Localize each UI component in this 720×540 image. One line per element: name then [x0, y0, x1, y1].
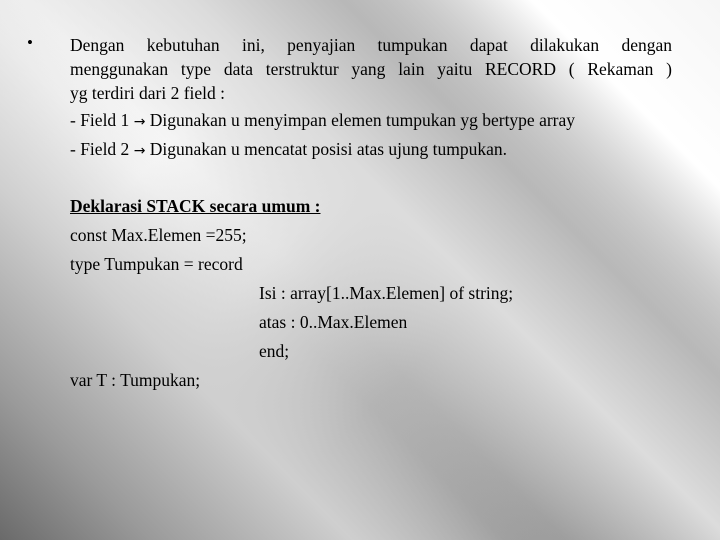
- field-1-description: Digunakan u menyimpan elemen tumpukan yg…: [149, 110, 576, 130]
- intro-line-1: Dengan kebutuhan ini, penyajian tumpukan…: [70, 35, 672, 55]
- atas-line: atas : 0..Max.Elemen: [259, 312, 408, 332]
- bullet-point: •: [27, 33, 33, 52]
- field-2-description: Digunakan u mencatat posisi atas ujung t…: [149, 139, 508, 159]
- end-line: end;: [259, 341, 290, 361]
- intro-line-3: yg terdiri dari 2 field :: [70, 83, 226, 103]
- field-2-line: - Field 2 → Digunakan u mencatat posisi …: [70, 139, 507, 160]
- arrow-right-icon: →: [133, 114, 146, 130]
- type-line: type Tumpukan = record: [70, 254, 243, 274]
- arrow-right-icon: →: [133, 143, 146, 159]
- intro-line-2: menggunakan type data terstruktur yang l…: [70, 59, 672, 79]
- intro-paragraph: Dengan kebutuhan ini, penyajian tumpukan…: [70, 33, 672, 105]
- const-line: const Max.Elemen =255;: [70, 225, 247, 245]
- field-1-line: - Field 1 → Digunakan u menyimpan elemen…: [70, 110, 575, 131]
- slide: • Dengan kebutuhan ini, penyajian tumpuk…: [0, 0, 720, 540]
- field-1-prefix: - Field 1: [70, 110, 130, 130]
- declaration-heading: Deklarasi STACK secara umum :: [70, 196, 321, 216]
- isi-line: Isi : array[1..Max.Elemen] of string;: [259, 283, 514, 303]
- field-2-prefix: - Field 2: [70, 139, 130, 159]
- var-line: var T : Tumpukan;: [70, 370, 201, 390]
